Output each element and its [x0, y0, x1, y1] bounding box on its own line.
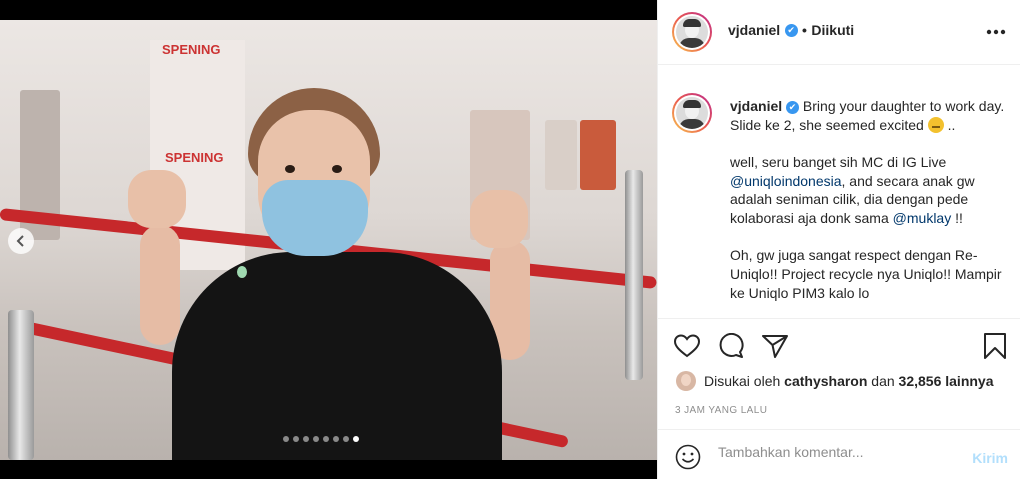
comment-icon	[719, 333, 744, 358]
carousel-indicator	[283, 436, 359, 442]
share-button[interactable]	[760, 331, 790, 361]
liker-username[interactable]: cathysharon	[784, 373, 867, 389]
carousel-dot	[333, 436, 339, 442]
carousel-prev-button[interactable]	[8, 228, 34, 254]
caption-line1-end: ..	[947, 116, 956, 133]
likes-count[interactable]: 32,856 lainnya	[899, 373, 994, 389]
carousel-dot	[323, 436, 329, 442]
sign-text-top: SPENING	[162, 42, 221, 57]
carousel-dot	[343, 436, 349, 442]
more-options-icon[interactable]	[986, 24, 1006, 35]
add-comment-bar: Kirim	[658, 429, 1020, 480]
save-button[interactable]	[980, 331, 1010, 361]
post-media: SPENING SPENING	[0, 0, 657, 479]
chevron-left-icon	[16, 235, 24, 247]
clothing-rack-item	[580, 120, 616, 190]
send-icon	[762, 335, 788, 358]
girl-right-hand	[470, 190, 528, 248]
following-button[interactable]: Diikuti	[811, 22, 854, 38]
likes-summary: Disukai oleh cathysharon dan 32,856 lain…	[676, 371, 994, 391]
author-username[interactable]: vjdaniel	[728, 22, 780, 38]
likes-middle: dan	[871, 373, 895, 389]
sign-text-bottom: SPENING	[165, 150, 224, 165]
post-timestamp[interactable]: 3 JAM YANG LALU	[675, 405, 767, 416]
author-avatar[interactable]	[672, 12, 712, 52]
grimacing-emoji-icon	[927, 116, 944, 133]
carousel-dot	[283, 436, 289, 442]
action-bar: Disukai oleh cathysharon dan 32,856 lain…	[658, 318, 1020, 429]
heart-icon	[674, 334, 700, 358]
girl-left-arm	[140, 225, 180, 345]
girl-eye	[332, 165, 342, 173]
carousel-dot	[353, 436, 359, 442]
emoji-smiley-icon[interactable]	[675, 444, 701, 470]
verified-badge-icon: ✔	[786, 100, 800, 114]
girl-eye	[285, 165, 295, 173]
stanchion-post	[625, 170, 643, 380]
caption-p2-end: !!	[955, 210, 963, 227]
caption-username[interactable]: vjdaniel	[730, 98, 782, 114]
stanchion-post	[8, 310, 34, 460]
post-header: vjdaniel ✔ • Diikuti	[658, 0, 1020, 65]
girl-shirt	[172, 252, 502, 460]
comment-input[interactable]	[718, 444, 958, 460]
caption-author-avatar[interactable]	[672, 93, 712, 133]
liker-avatar[interactable]	[676, 371, 696, 391]
caption-p2-start: well, seru banget sih MC di IG Live	[730, 153, 947, 170]
girl-left-hand	[128, 170, 186, 228]
comment-button[interactable]	[716, 331, 746, 361]
header-separator: •	[802, 22, 807, 38]
likes-prefix: Disukai oleh	[704, 373, 781, 389]
mention-link[interactable]: @uniqloindonesia	[730, 173, 842, 189]
face-mask	[262, 180, 368, 256]
shirt-pin	[237, 266, 247, 278]
caption-p3: Oh, gw juga sangat respect dengan Re-Uni…	[730, 247, 1002, 301]
clothing-rack-item	[545, 120, 577, 190]
verified-badge-icon: ✔	[784, 24, 798, 38]
post-comment-button[interactable]: Kirim	[972, 450, 1008, 466]
mention-link[interactable]: @muklay	[893, 210, 952, 226]
carousel-dot	[313, 436, 319, 442]
bookmark-icon	[984, 333, 1006, 359]
post-caption: vjdaniel ✔ Bring your daughter to work d…	[730, 97, 1008, 317]
caption-section: vjdaniel ✔ Bring your daughter to work d…	[658, 65, 1020, 317]
header-author-line: vjdaniel ✔ • Diikuti	[728, 22, 854, 40]
carousel-dot	[293, 436, 299, 442]
post-photo[interactable]: SPENING SPENING	[0, 20, 657, 460]
like-button[interactable]	[672, 331, 702, 361]
carousel-dot	[303, 436, 309, 442]
post-sidebar: vjdaniel ✔ • Diikuti vjdaniel ✔ Bring yo…	[657, 0, 1020, 479]
